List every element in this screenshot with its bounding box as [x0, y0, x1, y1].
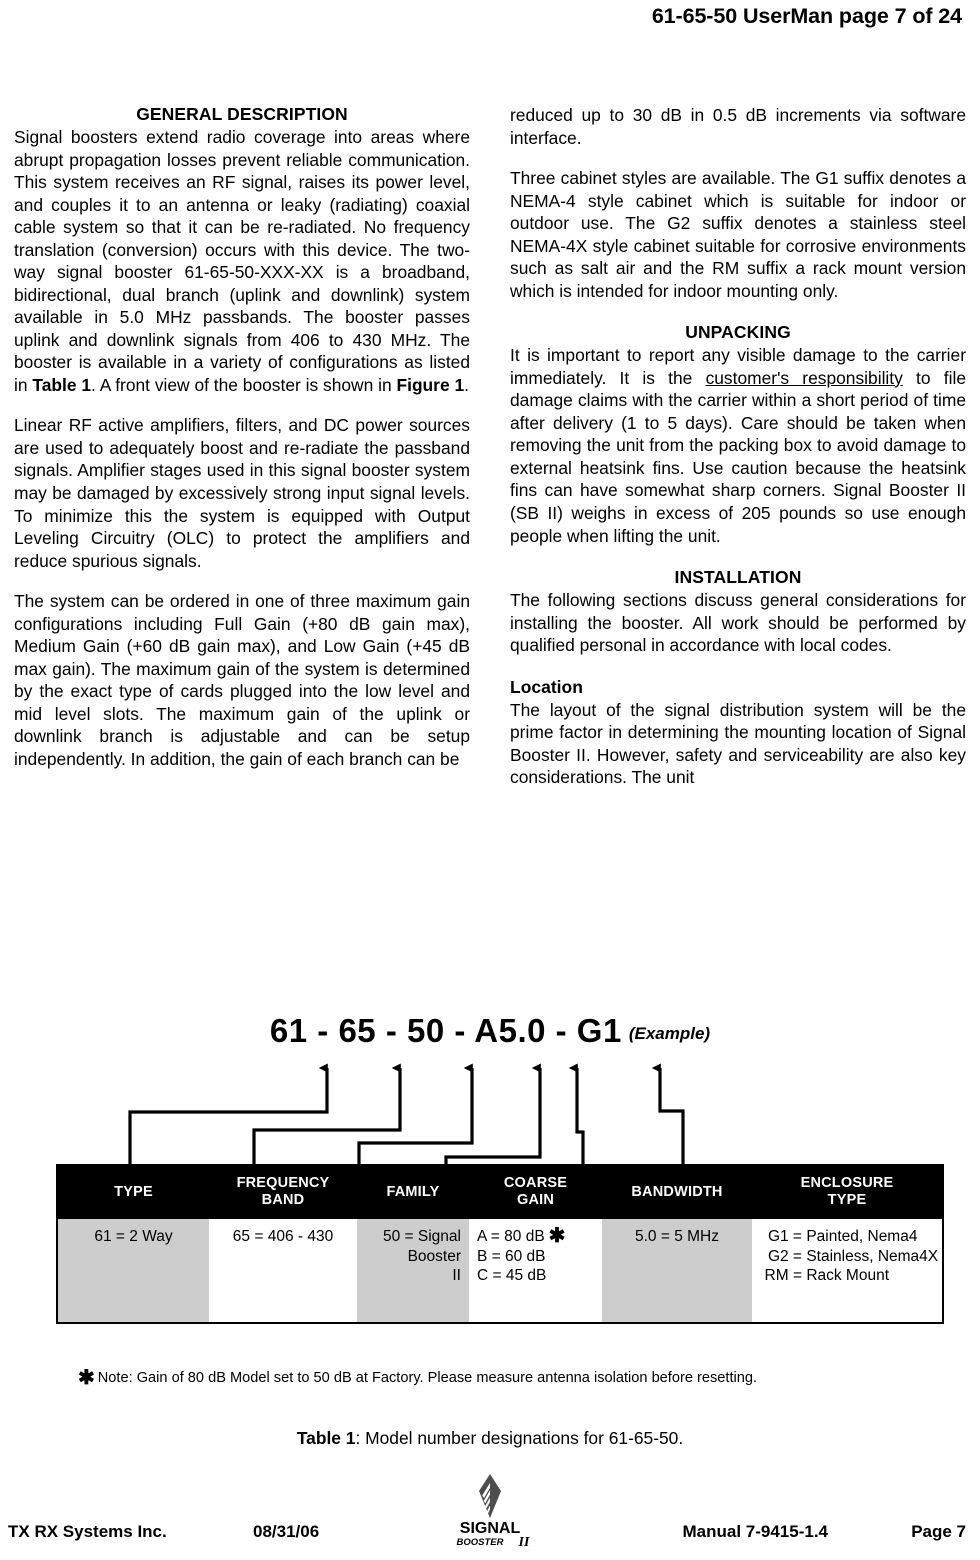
gain-line-2: B = 60 dB — [477, 1247, 546, 1265]
table-header-bandwidth: BANDWIDTH — [602, 1165, 752, 1220]
enclosure-code-g2: G2 = — [767, 1247, 802, 1265]
paragraph-unpacking: It is important to report any visible da… — [510, 344, 966, 547]
enclosure-desc-g1: Painted, Nema4 — [806, 1228, 918, 1246]
header-line-2: GAIN — [516, 1192, 555, 1209]
paragraph-general-description-1: Signal boosters extend radio coverage in… — [14, 126, 470, 396]
model-number-example-label: (Example) — [628, 1024, 711, 1043]
unpacking-text-b: to file damage claims with the carrier w… — [510, 367, 966, 546]
gain-option-a: A = 80 dB — [477, 1228, 545, 1246]
heading-location: Location — [510, 676, 583, 697]
heading-unpacking: UNPACKING — [685, 322, 791, 343]
enclosure-desc-g2: Stainless, Nema4X — [806, 1247, 939, 1265]
enclosure-code-rm: RM = — [764, 1267, 802, 1285]
left-column: GENERAL DESCRIPTION Signal boosters exte… — [14, 104, 470, 789]
diamond-leaf-logo-icon — [479, 1474, 501, 1518]
ref-figure-1: Figure 1 — [396, 374, 465, 395]
footer-revision-date: 08/31/06 — [253, 1522, 320, 1541]
svg-text:BOOSTER: BOOSTER — [457, 1537, 504, 1548]
table-caption-text: : Model number designations for 61-65-50… — [355, 1428, 684, 1448]
enclosure-line-1: G1 = Painted, Nema4 — [760, 1227, 934, 1247]
family-line-2: Booster — [407, 1247, 461, 1265]
enclosure-desc-rm: Rack Mount — [806, 1267, 890, 1285]
table-header-type: TYPE — [57, 1165, 209, 1220]
table-footnote: ✱ Note: Gain of 80 dB Model set to 50 dB … — [78, 1367, 958, 1389]
table-header-family: FAMILY — [357, 1165, 469, 1220]
cell-coarse-gain: A = 80 dB ✱ B = 60 dB C = 45 dB — [469, 1219, 602, 1324]
signal-booster-logo: SIGNAL BOOSTER II — [435, 1474, 545, 1548]
article-columns: GENERAL DESCRIPTION Signal boosters exte… — [14, 104, 966, 789]
para-text-c: . — [464, 374, 469, 395]
enclosure-code-g1: G1 = — [767, 1228, 802, 1246]
signal-booster-wordmark: SIGNAL BOOSTER II — [457, 1520, 530, 1548]
paragraph-right-1: reduced up to 30 dB in 0.5 dB increments… — [510, 105, 966, 148]
footer-page-number: Page 7 — [911, 1522, 966, 1541]
footer-manual-number: Manual 7-9415-1.4 — [682, 1522, 828, 1541]
heading-installation: INSTALLATION — [674, 567, 802, 588]
para-text-a: Signal boosters extend radio coverage in… — [14, 127, 470, 395]
table-header-enclosure-type: ENCLOSURE TYPE — [752, 1165, 943, 1220]
family-line-1: 50 = Signal — [383, 1228, 461, 1246]
cell-type: 61 = 2 Way — [57, 1219, 209, 1324]
cell-enclosure-type: G1 = Painted, Nema4 G2 = Stainless, Nema… — [752, 1219, 943, 1324]
cell-bandwidth: 5.0 = 5 MHz — [602, 1219, 752, 1324]
table-header-row: TYPE FREQUENCY BAND FAMILY COARSE GAIN B… — [57, 1165, 943, 1220]
paragraph-installation: The following sections discuss general c… — [510, 590, 966, 656]
leader-lines-diagram — [128, 1063, 685, 1164]
footer-company-name: TX RX Systems Inc. — [8, 1522, 167, 1541]
table-caption: Table 1: Model number designations for 6… — [0, 1428, 980, 1449]
header-line-2: BAND — [261, 1192, 305, 1209]
asterisk-footnote-marker: ✱ — [548, 1225, 566, 1248]
heading-general-description: GENERAL DESCRIPTION — [136, 104, 348, 124]
unpacking-underlined-phrase: customer's responsibility — [705, 367, 903, 388]
header-line-1: ENCLOSURE — [800, 1175, 894, 1191]
enclosure-line-2: G2 = Stainless, Nema4X — [760, 1247, 938, 1267]
table-footnote-text: Note: Gain of 80 dB Model set to 50 dB a… — [97, 1370, 758, 1386]
header-line-1: FREQUENCY — [236, 1175, 330, 1191]
enclosure-line-3: RM = Rack Mount — [760, 1266, 934, 1286]
gain-line-1: A = 80 dB ✱ — [477, 1225, 594, 1248]
table-header-coarse-gain: COARSE GAIN — [469, 1165, 602, 1220]
header-line-2: TYPE — [827, 1192, 867, 1209]
gain-line-3: C = 45 dB — [477, 1267, 547, 1285]
cell-frequency-band: 65 = 406 - 430 — [209, 1219, 357, 1324]
header-line-1: TYPE — [114, 1183, 153, 1200]
paragraph-right-2: Three cabinet styles are available. The … — [510, 168, 966, 301]
paragraph-general-description-3: The system can be ordered in one of thre… — [14, 591, 470, 769]
header-line-1: FAMILY — [386, 1183, 440, 1200]
family-line-3: II — [452, 1267, 461, 1285]
model-number-figure: 61 - 65 - 50 - A5.0 - G1 (Example) TYPE … — [0, 1000, 980, 1460]
cell-family: 50 = Signal Booster II — [357, 1219, 469, 1324]
paragraph-general-description-2: Linear RF active amplifiers, filters, an… — [14, 415, 470, 571]
right-column: reduced up to 30 dB in 0.5 dB increments… — [510, 104, 966, 789]
table-row: 61 = 2 Way 65 = 406 - 430 50 = Signal Bo… — [57, 1219, 943, 1324]
page-running-header: 61-65-50 UserMan page 7 of 24 — [651, 4, 962, 28]
svg-text:II: II — [518, 1535, 530, 1548]
header-line-1: BANDWIDTH — [631, 1183, 723, 1200]
header-line-1: COARSE — [503, 1175, 568, 1191]
model-designation-table: TYPE FREQUENCY BAND FAMILY COARSE GAIN B… — [56, 1164, 944, 1325]
ref-table-1: Table 1 — [32, 374, 92, 395]
svg-text:SIGNAL: SIGNAL — [460, 1520, 521, 1537]
para-text-b: . A front view of the booster is shown i… — [91, 374, 397, 395]
asterisk-footnote-icon: ✱ — [78, 1367, 95, 1389]
table-header-frequency-band: FREQUENCY BAND — [209, 1165, 357, 1220]
page-footer: SIGNAL BOOSTER II TX RX Systems Inc. 08/… — [0, 1462, 980, 1548]
paragraph-location: The layout of the signal distribution sy… — [510, 699, 966, 788]
table-caption-label: Table 1 — [296, 1428, 356, 1448]
